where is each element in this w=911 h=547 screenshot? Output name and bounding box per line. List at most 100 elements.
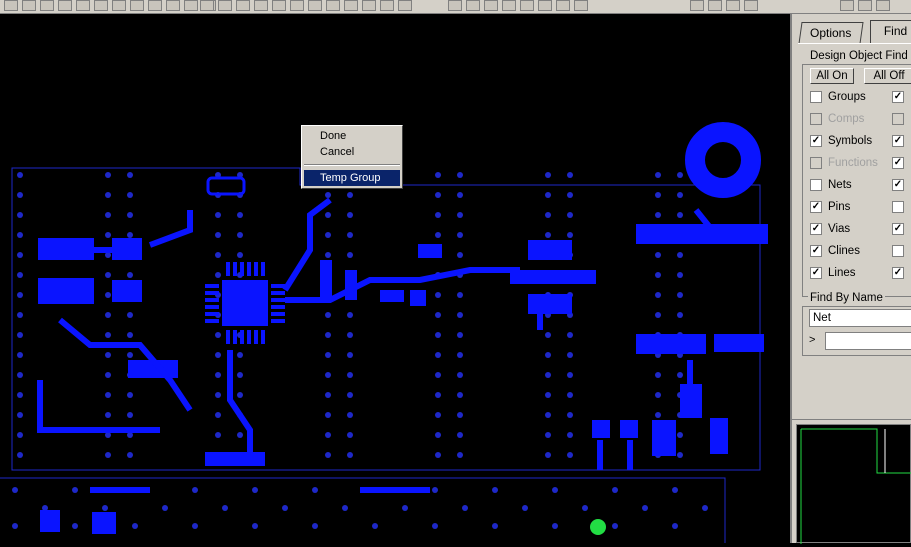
menu-item-cancel[interactable]: Cancel <box>304 144 400 160</box>
ic-pin <box>233 330 237 344</box>
filter-nets-hilite-checkbox[interactable]: ✓ <box>892 179 904 191</box>
toolbar-button[interactable] <box>398 0 412 11</box>
pcb-layout[interactable] <box>0 14 790 543</box>
via <box>545 332 551 338</box>
pcb-canvas[interactable] <box>0 14 790 543</box>
via <box>17 332 23 338</box>
via <box>677 252 683 258</box>
toolbar-button[interactable] <box>876 0 890 11</box>
toolbar-button[interactable] <box>254 0 268 11</box>
filter-clines[interactable]: ✓ Clines <box>810 244 860 258</box>
checkbox[interactable] <box>810 113 822 125</box>
toolbar-button[interactable] <box>858 0 872 11</box>
checkbox[interactable] <box>810 179 822 191</box>
filter-comps-hilite-checkbox[interactable] <box>892 113 904 125</box>
checkbox[interactable]: ✓ <box>810 201 822 213</box>
pad <box>38 278 94 304</box>
toolbar <box>0 0 911 14</box>
toolbar-button[interactable] <box>726 0 740 11</box>
toolbar-button[interactable] <box>690 0 704 11</box>
toolbar-button[interactable] <box>4 0 18 11</box>
via <box>325 392 331 398</box>
toolbar-button[interactable] <box>448 0 462 11</box>
toolbar-button[interactable] <box>538 0 552 11</box>
checkbox[interactable]: ✓ <box>810 245 822 257</box>
filter-symbols[interactable]: ✓ Symbols <box>810 134 872 148</box>
toolbar-button[interactable] <box>200 0 214 11</box>
tab-find[interactable]: Find <box>870 20 911 44</box>
find-type-select[interactable]: Net <box>809 309 911 327</box>
toolbar-button[interactable] <box>466 0 480 11</box>
filter-pins-hilite-checkbox[interactable] <box>892 201 904 213</box>
ic-pin <box>261 330 265 344</box>
filter-functions[interactable]: Functions <box>810 156 878 170</box>
toolbar-button[interactable] <box>40 0 54 11</box>
toolbar-button[interactable] <box>218 0 232 11</box>
via <box>402 505 408 511</box>
via <box>567 452 573 458</box>
pad <box>38 238 94 260</box>
toolbar-button[interactable] <box>148 0 162 11</box>
toolbar-button[interactable] <box>380 0 394 11</box>
filter-clines-hilite-checkbox[interactable] <box>892 245 904 257</box>
world-view[interactable] <box>796 424 911 544</box>
toolbar-button[interactable] <box>76 0 90 11</box>
filter-lines[interactable]: ✓ Lines <box>810 266 856 280</box>
filter-nets[interactable]: Nets <box>810 178 852 192</box>
filter-groups-hilite-checkbox[interactable]: ✓ <box>892 91 904 103</box>
filter-vias-hilite-checkbox[interactable]: ✓ <box>892 223 904 235</box>
toolbar-button[interactable] <box>344 0 358 11</box>
via <box>552 523 558 529</box>
via <box>435 352 441 358</box>
toolbar-button[interactable] <box>112 0 126 11</box>
via <box>237 432 243 438</box>
toolbar-button[interactable] <box>130 0 144 11</box>
toolbar-button[interactable] <box>22 0 36 11</box>
toolbar-button[interactable] <box>326 0 340 11</box>
via <box>105 272 111 278</box>
via <box>105 212 111 218</box>
filter-lines-hilite-checkbox[interactable]: ✓ <box>892 267 904 279</box>
checkbox[interactable]: ✓ <box>810 267 822 279</box>
toolbar-button[interactable] <box>502 0 516 11</box>
toolbar-button[interactable] <box>236 0 250 11</box>
filter-comps[interactable]: Comps <box>810 112 864 126</box>
filter-label: Symbols <box>828 135 873 147</box>
toolbar-button[interactable] <box>574 0 588 11</box>
ic-pin <box>226 262 230 276</box>
pad <box>636 334 706 354</box>
toolbar-button[interactable] <box>556 0 570 11</box>
filter-functions-hilite-checkbox[interactable]: ✓ <box>892 157 904 169</box>
all-on-button[interactable]: All On <box>810 68 854 84</box>
filter-groups[interactable]: Groups <box>810 90 866 104</box>
toolbar-button[interactable] <box>166 0 180 11</box>
ic-pin <box>205 284 219 288</box>
filter-vias[interactable]: ✓ Vias <box>810 222 850 236</box>
toolbar-button[interactable] <box>708 0 722 11</box>
toolbar-button[interactable] <box>484 0 498 11</box>
via <box>655 412 661 418</box>
toolbar-button[interactable] <box>184 0 198 11</box>
toolbar-button[interactable] <box>520 0 534 11</box>
menu-item-done[interactable]: Done <box>304 128 400 144</box>
toolbar-button[interactable] <box>744 0 758 11</box>
find-name-input[interactable] <box>825 332 911 350</box>
filter-pins[interactable]: ✓ Pins <box>810 200 850 214</box>
filter-label: Groups <box>828 91 866 103</box>
toolbar-button[interactable] <box>308 0 322 11</box>
checkbox[interactable]: ✓ <box>810 223 822 235</box>
toolbar-button[interactable] <box>58 0 72 11</box>
checkbox[interactable]: ✓ <box>810 135 822 147</box>
toolbar-button[interactable] <box>94 0 108 11</box>
checkbox[interactable] <box>810 91 822 103</box>
checkbox[interactable] <box>810 157 822 169</box>
tab-options[interactable]: Options <box>798 22 864 44</box>
filter-symbols-hilite-checkbox[interactable]: ✓ <box>892 135 904 147</box>
menu-item-temp-group[interactable]: Temp Group <box>304 170 400 186</box>
toolbar-button[interactable] <box>840 0 854 11</box>
toolbar-button[interactable] <box>290 0 304 11</box>
toolbar-button[interactable] <box>272 0 286 11</box>
toolbar-button[interactable] <box>362 0 376 11</box>
all-off-button[interactable]: All Off <box>864 68 911 84</box>
via <box>567 212 573 218</box>
